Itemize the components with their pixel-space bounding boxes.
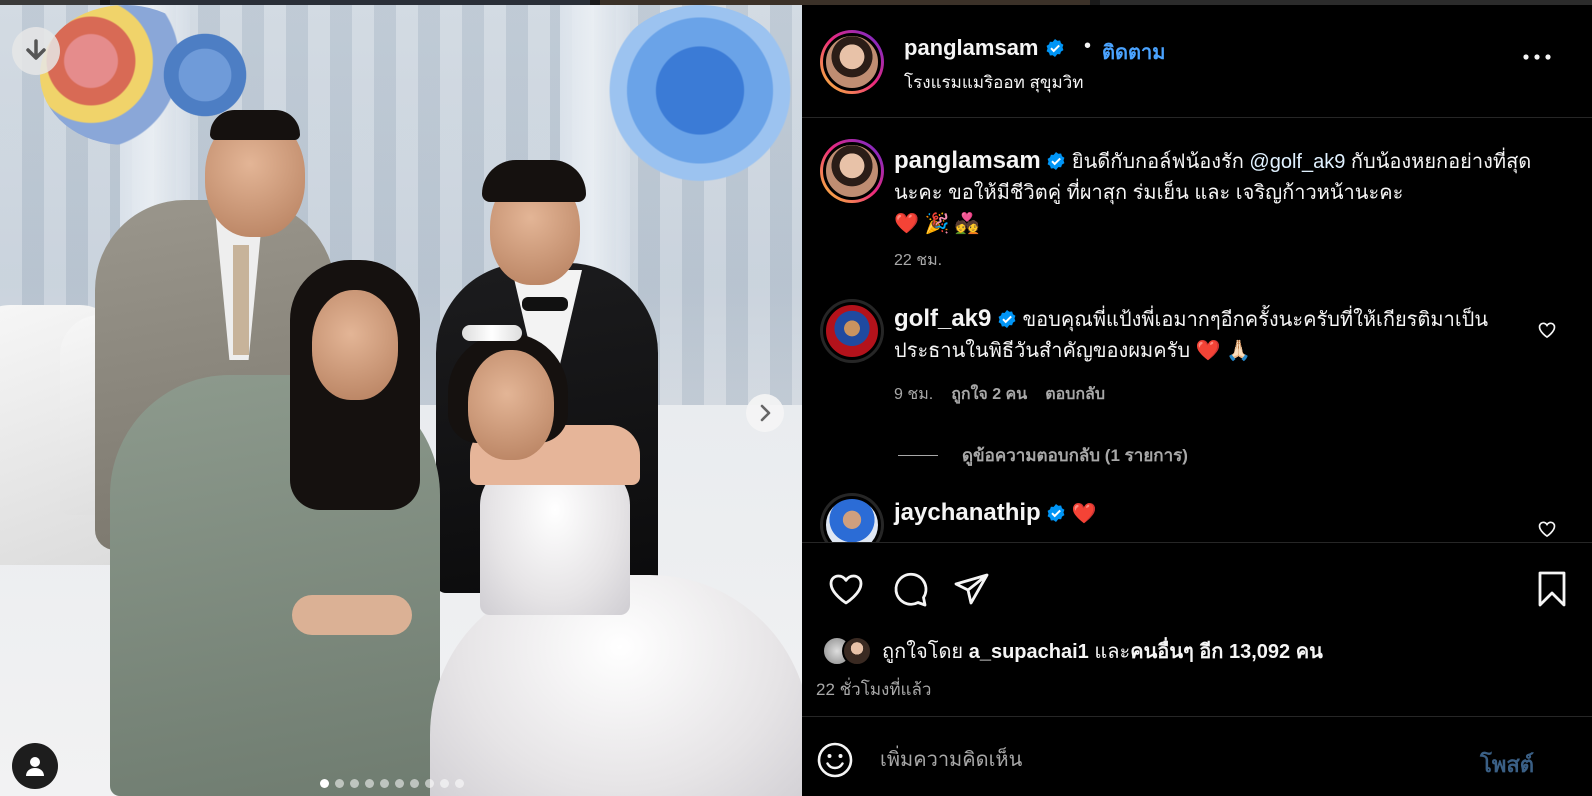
likes-prefix: ถูกใจโดย bbox=[882, 641, 964, 663]
comment-meta: 9 ชม. ถูกใจ 2 คน ตอบกลับ bbox=[894, 382, 1105, 407]
author-avatar[interactable] bbox=[820, 30, 884, 94]
comment-emojis: ❤️ bbox=[1071, 503, 1097, 525]
verified-badge-icon bbox=[1047, 152, 1065, 170]
likes-others-link[interactable]: คนอื่นๆ อีก 13,092 คน bbox=[1130, 641, 1323, 663]
heart-icon[interactable] bbox=[1537, 320, 1557, 340]
view-replies-button[interactable]: ดูข้อความตอบกลับ (1 รายการ) bbox=[898, 442, 1188, 469]
send-icon[interactable] bbox=[952, 569, 992, 609]
post-photo[interactable] bbox=[0, 5, 802, 796]
caption-time[interactable]: 22 ชม. bbox=[894, 248, 942, 273]
post-details-panel: panglamsam • ติดตาม โรงแรมแมริออท สุขุมว… bbox=[802, 5, 1592, 796]
verified-badge-icon bbox=[1047, 504, 1065, 522]
location-link[interactable]: โรงแรมแมริออท สุขุมวิท bbox=[904, 69, 1083, 96]
comment-text: jaychanathip ❤️ bbox=[894, 497, 1544, 530]
carousel-dot bbox=[395, 779, 404, 788]
download-button[interactable] bbox=[12, 27, 60, 75]
likes-joiner: และ bbox=[1094, 641, 1131, 663]
comments-section[interactable]: panglamsam ยินดีกับกอล์ฟน้องรัก @golf_ak… bbox=[802, 119, 1592, 543]
reply-button[interactable]: ตอบกลับ bbox=[1045, 382, 1105, 407]
comment-input[interactable] bbox=[880, 745, 1440, 775]
comment-likes-count[interactable]: ถูกใจ 2 คน bbox=[951, 382, 1027, 407]
bookmark-icon[interactable] bbox=[1532, 569, 1572, 609]
next-slide-button[interactable] bbox=[746, 394, 784, 432]
comment-text: golf_ak9 ขอบคุณพี่แป้งพี่เอมากๆอีกครั้งน… bbox=[894, 303, 1544, 367]
liker-avatar[interactable] bbox=[842, 636, 872, 666]
flower-arrangement-right bbox=[600, 5, 800, 195]
likes-summary: ถูกใจโดย a_supachai1 และคนอื่นๆ อีก 13,0… bbox=[822, 635, 1323, 667]
carousel-dot bbox=[425, 779, 434, 788]
comment-time[interactable]: 9 ชม. bbox=[894, 382, 933, 407]
header-separator: • bbox=[1084, 35, 1092, 57]
carousel-dot bbox=[365, 779, 374, 788]
heart-icon[interactable] bbox=[1537, 519, 1557, 539]
heart-icon[interactable] bbox=[826, 569, 866, 609]
post-timestamp[interactable]: 22 ชั่วโมงที่แล้ว bbox=[816, 676, 931, 703]
carousel-dot bbox=[350, 779, 359, 788]
caption-body: ยินดีกับกอล์ฟน้องรัก bbox=[1071, 151, 1250, 173]
comment-icon[interactable] bbox=[890, 569, 930, 609]
chevron-right-icon bbox=[760, 404, 771, 422]
caption-text: panglamsam ยินดีกับกอล์ฟน้องรัก @golf_ak… bbox=[894, 145, 1544, 240]
tagged-users-button[interactable] bbox=[12, 743, 58, 789]
more-horizontal-icon[interactable] bbox=[1520, 47, 1554, 67]
verified-badge-icon bbox=[1046, 39, 1064, 57]
comment-avatar[interactable] bbox=[820, 493, 884, 542]
caption-emojis: ❤️ 🎉 💑 bbox=[894, 213, 980, 235]
comment-username[interactable]: jaychanathip bbox=[894, 499, 1041, 526]
carousel-dot bbox=[440, 779, 449, 788]
author-username[interactable]: panglamsam bbox=[904, 35, 1065, 61]
carousel-dot bbox=[380, 779, 389, 788]
comment-username[interactable]: golf_ak9 bbox=[894, 305, 991, 332]
arrow-down-icon bbox=[26, 39, 46, 60]
comment-composer: โพสต์ bbox=[802, 716, 1592, 796]
verified-badge-icon bbox=[998, 310, 1016, 328]
carousel-dot bbox=[455, 779, 464, 788]
caption-mention-link[interactable]: @golf_ak9 bbox=[1249, 151, 1345, 173]
view-replies-label[interactable]: ดูข้อความตอบกลับ (1 รายการ) bbox=[962, 442, 1188, 469]
carousel-dot bbox=[320, 779, 329, 788]
post-comment-button[interactable]: โพสต์ bbox=[1480, 747, 1534, 782]
carousel-dot bbox=[410, 779, 419, 788]
replies-divider bbox=[898, 455, 938, 456]
liker-username[interactable]: a_supachai1 bbox=[969, 641, 1089, 663]
smiley-icon[interactable] bbox=[816, 741, 854, 779]
comment-emojis: ❤️ 🙏🏻 bbox=[1195, 340, 1251, 362]
caption-meta: 22 ชม. bbox=[894, 248, 942, 273]
user-icon bbox=[26, 757, 44, 776]
caption-author-avatar[interactable] bbox=[820, 139, 884, 203]
comment-avatar[interactable] bbox=[820, 299, 884, 363]
post-actions-bar bbox=[802, 565, 1592, 611]
post-header: panglamsam • ติดตาม โรงแรมแมริออท สุขุมว… bbox=[802, 5, 1592, 118]
follow-button[interactable]: ติดตาม bbox=[1102, 36, 1165, 68]
liker-avatars bbox=[822, 636, 872, 666]
carousel-dot bbox=[335, 779, 344, 788]
carousel-indicator bbox=[320, 779, 464, 788]
caption-username[interactable]: panglamsam bbox=[894, 147, 1041, 174]
